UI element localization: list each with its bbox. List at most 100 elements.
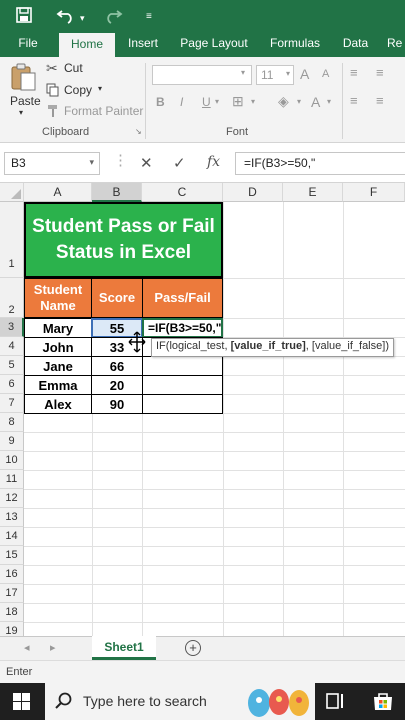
row-header[interactable]: 1	[0, 202, 24, 278]
table-cell-score[interactable]: 66	[91, 356, 143, 376]
undo-dropdown-icon[interactable]: ▾	[80, 9, 85, 27]
font-color-dropdown-icon[interactable]: ▾	[327, 97, 331, 106]
name-box[interactable]: B3 ▾	[4, 152, 100, 175]
row-header[interactable]: 7	[0, 394, 24, 413]
sheet-scroll-left-icon[interactable]: ◂	[24, 641, 30, 654]
column-header[interactable]: B	[92, 183, 142, 202]
borders-dropdown-icon[interactable]: ▾	[251, 97, 255, 106]
task-view-icon[interactable]	[326, 692, 346, 713]
table-cell-name[interactable]: Mary	[24, 318, 92, 338]
column-header[interactable]: F	[343, 183, 405, 202]
grow-font-icon[interactable]: A	[300, 66, 309, 82]
taskbar-search-box[interactable]: Type here to search	[45, 683, 315, 720]
store-icon[interactable]	[372, 691, 394, 714]
sheet-title-cell[interactable]: Student Pass or Fail Status in Excel	[24, 202, 223, 278]
bold-button[interactable]: B	[156, 95, 165, 109]
font-size-input[interactable]: 11 ▾	[256, 65, 294, 85]
row-header[interactable]: 13	[0, 508, 24, 527]
table-cell-score[interactable]: 90	[91, 394, 143, 414]
select-all-button[interactable]	[0, 183, 24, 202]
table-cell-status[interactable]	[142, 375, 223, 395]
tab-insert[interactable]: Insert	[122, 31, 164, 57]
row-header[interactable]: 17	[0, 584, 24, 603]
paste-icon[interactable]	[9, 63, 37, 96]
tab-review[interactable]: Re	[387, 31, 405, 57]
add-sheet-button[interactable]: +	[185, 640, 201, 656]
font-color-icon[interactable]: A	[311, 94, 320, 110]
function-argument-tooltip[interactable]: IF(logical_test, [value_if_true], [value…	[151, 338, 394, 357]
header-cell-score[interactable]: Score	[91, 278, 143, 318]
table-cell-status[interactable]	[142, 356, 223, 376]
windows-start-icon[interactable]	[13, 693, 30, 713]
save-icon[interactable]	[15, 6, 33, 29]
worksheet-grid[interactable]: A B C D E F 1 2 3 4 5 6 7 8 9 10 11 12 1…	[0, 183, 405, 636]
row-header[interactable]: 5	[0, 356, 24, 375]
borders-icon[interactable]: ⊞	[232, 93, 244, 110]
cancel-icon[interactable]: ✕	[140, 154, 153, 172]
cut-button[interactable]: Cut	[64, 61, 83, 75]
fill-color-dropdown-icon[interactable]: ▾	[297, 97, 301, 106]
column-header[interactable]: C	[142, 183, 223, 202]
clipboard-launcher-icon[interactable]: ↘	[135, 127, 142, 136]
table-cell-name[interactable]: Alex	[24, 394, 92, 414]
fill-color-icon[interactable]: ◈	[278, 93, 289, 110]
customize-icon[interactable]: ≡	[146, 8, 152, 26]
row-header[interactable]: 14	[0, 527, 24, 546]
tab-file[interactable]: File	[8, 31, 48, 57]
paste-dropdown-icon[interactable]: ▾	[19, 108, 23, 117]
column-header[interactable]: D	[223, 183, 283, 202]
sheet-scroll-right-icon[interactable]: ▸	[50, 641, 56, 654]
table-cell-name[interactable]: John	[24, 337, 92, 357]
table-cell-name[interactable]: Emma	[24, 375, 92, 395]
table-cell-score[interactable]: 20	[91, 375, 143, 395]
shrink-font-icon[interactable]: A	[322, 68, 329, 80]
copy-dropdown-icon[interactable]: ▾	[98, 84, 102, 93]
align-center-icon[interactable]: ≡	[376, 93, 384, 108]
align-middle-icon[interactable]: ≡	[376, 65, 384, 80]
redo-icon[interactable]	[103, 6, 123, 29]
column-header[interactable]: A	[24, 183, 92, 202]
table-cell-status[interactable]	[142, 394, 223, 414]
insert-function-button[interactable]: fx	[207, 154, 220, 170]
row-header[interactable]: 8	[0, 413, 24, 432]
paste-button[interactable]: Paste	[10, 94, 41, 108]
row-header[interactable]: 19	[0, 622, 24, 636]
row-header[interactable]: 10	[0, 451, 24, 470]
name-box-dropdown-icon[interactable]: ▾	[89, 157, 94, 168]
font-name-dropdown-icon[interactable]: ▾	[241, 68, 245, 77]
header-cell-student-name[interactable]: Student Name	[24, 278, 92, 318]
copy-button[interactable]: Copy	[64, 83, 92, 97]
formula-input[interactable]: =IF(B3>=50,"	[235, 152, 405, 175]
tab-page-layout[interactable]: Page Layout	[178, 31, 250, 57]
enter-icon[interactable]: ✓	[173, 154, 186, 172]
sheet-tab-sheet1[interactable]: Sheet1	[92, 636, 156, 660]
row-header[interactable]: 9	[0, 432, 24, 451]
undo-icon[interactable]	[56, 6, 76, 29]
tab-formulas[interactable]: Formulas	[265, 31, 325, 57]
row-header[interactable]: 3	[0, 318, 24, 337]
row-header[interactable]: 18	[0, 603, 24, 622]
row-header[interactable]: 6	[0, 375, 24, 394]
row-header[interactable]: 11	[0, 470, 24, 489]
format-painter-button[interactable]: Format Painter	[64, 104, 143, 118]
underline-button[interactable]: U	[202, 95, 211, 109]
row-header[interactable]: 2	[0, 278, 24, 318]
row-header[interactable]: 15	[0, 546, 24, 565]
row-header[interactable]: 12	[0, 489, 24, 508]
row-header[interactable]: 4	[0, 337, 24, 356]
cut-icon[interactable]: ✂	[46, 60, 58, 77]
font-size-dropdown-icon[interactable]: ▾	[286, 69, 290, 78]
font-name-input[interactable]	[152, 65, 252, 85]
header-cell-pass-fail[interactable]: Pass/Fail	[142, 278, 223, 318]
align-left-icon[interactable]: ≡	[350, 93, 358, 108]
row-header[interactable]: 16	[0, 565, 24, 584]
underline-dropdown-icon[interactable]: ▾	[215, 97, 219, 106]
format-painter-icon[interactable]	[46, 104, 60, 121]
align-top-icon[interactable]: ≡	[350, 65, 358, 80]
copy-icon[interactable]	[46, 83, 60, 100]
table-cell-name[interactable]: Jane	[24, 356, 92, 376]
column-header[interactable]: E	[283, 183, 343, 202]
italic-button[interactable]: I	[180, 95, 183, 109]
tab-data[interactable]: Data	[338, 31, 373, 57]
active-edit-cell[interactable]: =IF(B3>=50,"	[142, 318, 223, 338]
